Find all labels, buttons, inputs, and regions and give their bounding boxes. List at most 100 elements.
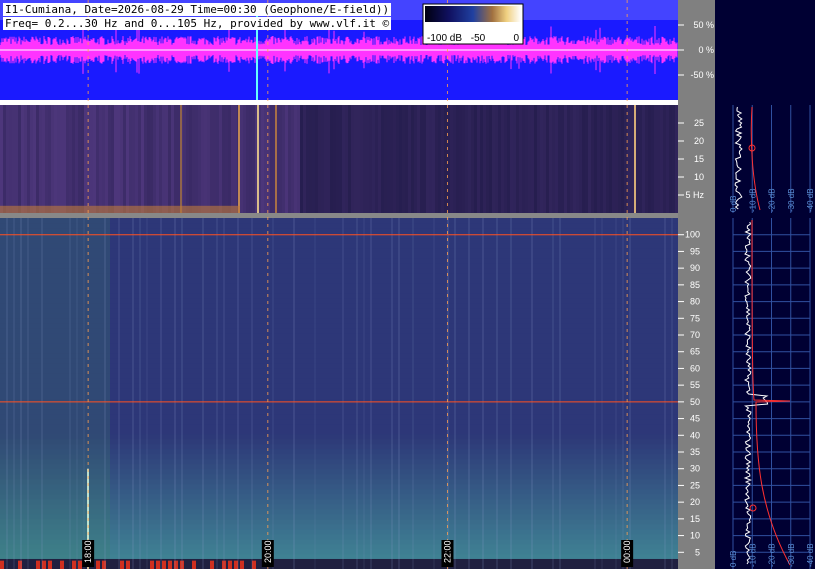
highfreq-tick-label: 65 xyxy=(690,347,700,357)
highfreq-hot-spot xyxy=(60,560,64,569)
lowfreq-column xyxy=(36,105,39,213)
lowfreq-column xyxy=(123,105,126,213)
lowfreq-column xyxy=(663,105,666,213)
header-line-1: I1-Cumiana, Date=2026-08-29 Time=00:30 (… xyxy=(3,3,392,16)
lowfreq-column xyxy=(72,105,75,213)
lowfreq-column xyxy=(318,105,321,213)
lowfreq-column xyxy=(234,105,237,213)
lowfreq-column xyxy=(183,105,186,213)
lowfreq-column xyxy=(39,105,42,213)
colorbar-label: -50 xyxy=(471,33,486,44)
lowfreq-column xyxy=(243,105,246,213)
time-tick-label: 20:00 xyxy=(263,540,273,563)
lowfreq-column xyxy=(432,105,435,213)
lowfreq-column xyxy=(609,105,612,213)
lowfreq-column xyxy=(603,105,606,213)
lowfreq-column xyxy=(615,105,618,213)
lowfreq-column xyxy=(492,105,495,213)
lowfreq-column xyxy=(435,105,438,213)
lowfreq-column xyxy=(153,105,156,213)
lowfreq-column xyxy=(378,105,381,213)
lowfreq-column xyxy=(330,105,333,213)
lowfreq-column xyxy=(12,105,15,213)
highfreq-hot-spot xyxy=(96,560,100,569)
lowfreq-column xyxy=(33,105,36,213)
lowfreq-column xyxy=(453,105,456,213)
lowfreq-column xyxy=(147,105,150,213)
lowfreq-streak xyxy=(275,105,277,213)
highfreq-tick-label: 10 xyxy=(690,531,700,541)
lowfreq-column xyxy=(561,105,564,213)
lowfreq-column xyxy=(495,105,498,213)
highfreq-tick-label: 15 xyxy=(690,514,700,524)
lowfreq-column xyxy=(69,105,72,213)
lowfreq-column xyxy=(18,105,21,213)
lowfreq-column xyxy=(510,105,513,213)
lowfreq-column xyxy=(540,105,543,213)
lowfreq-column xyxy=(213,105,216,213)
lowfreq-column xyxy=(192,105,195,213)
lowfreq-column xyxy=(660,105,663,213)
lowfreq-column xyxy=(516,105,519,213)
lowfreq-column xyxy=(393,105,396,213)
lowfreq-column xyxy=(345,105,348,213)
lowfreq-column xyxy=(579,105,582,213)
highfreq-hot-spot xyxy=(162,560,166,569)
lowfreq-column xyxy=(165,105,168,213)
highfreq-hot-spot xyxy=(126,560,130,569)
lowfreq-column xyxy=(0,105,3,213)
highfreq-hot-spot xyxy=(78,560,82,569)
lowfreq-column xyxy=(3,105,6,213)
lowfreq-column xyxy=(408,105,411,213)
lowfreq-column xyxy=(60,105,63,213)
lowfreq-column xyxy=(177,105,180,213)
lowfreq-column xyxy=(141,105,144,213)
lowfreq-column xyxy=(651,105,654,213)
lowfreq-column xyxy=(414,105,417,213)
header-line-2: Freq= 0.2...30 Hz and 0...105 Hz, provid… xyxy=(3,17,392,30)
lowfreq-column xyxy=(321,105,324,213)
lowfreq-column xyxy=(81,105,84,213)
lowfreq-column xyxy=(114,105,117,213)
lowfreq-column xyxy=(360,105,363,213)
lowfreq-column xyxy=(126,105,129,213)
lowfreq-column xyxy=(282,105,285,213)
lowfreq-column xyxy=(618,105,621,213)
highfreq-bottom-band xyxy=(0,558,678,569)
lowfreq-column xyxy=(117,105,120,213)
lowfreq-column xyxy=(399,105,402,213)
lowfreq-column xyxy=(411,105,414,213)
highfreq-tick-label: 100 xyxy=(685,230,700,240)
lowfreq-column xyxy=(303,105,306,213)
lowfreq-column xyxy=(108,105,111,213)
lowfreq-column xyxy=(555,105,558,213)
lowfreq-column xyxy=(519,105,522,213)
lowfreq-column xyxy=(645,105,648,213)
lowfreq-column xyxy=(570,105,573,213)
highfreq-hot-spot xyxy=(42,560,46,569)
lowfreq-column xyxy=(30,105,33,213)
lowfreq-tick-label: 20 xyxy=(694,136,704,146)
colorbar-label: 0 xyxy=(513,33,519,44)
colorbar-label: -100 dB xyxy=(427,33,462,44)
lowfreq-column xyxy=(252,105,255,213)
highfreq-hot-spot xyxy=(72,560,76,569)
lowfreq-column xyxy=(384,105,387,213)
lowfreq-column xyxy=(300,105,303,213)
lowfreq-column xyxy=(51,105,54,213)
lowfreq-column xyxy=(444,105,447,213)
time-tick-label: 00:00 xyxy=(622,540,632,563)
lowfreq-column xyxy=(48,105,51,213)
highfreq-tick-label: 5 xyxy=(695,547,700,557)
lowfreq-column xyxy=(6,105,9,213)
lowfreq-column xyxy=(669,105,672,213)
highfreq-tick-label: 45 xyxy=(690,414,700,424)
highfreq-hot-spot xyxy=(168,560,172,569)
lowfreq-column xyxy=(489,105,492,213)
highfreq-hot-spot xyxy=(36,560,40,569)
lowfreq-column xyxy=(402,105,405,213)
lowfreq-column xyxy=(552,105,555,213)
lowfreq-column xyxy=(582,105,585,213)
lowfreq-column xyxy=(606,105,609,213)
lowfreq-column xyxy=(45,105,48,213)
